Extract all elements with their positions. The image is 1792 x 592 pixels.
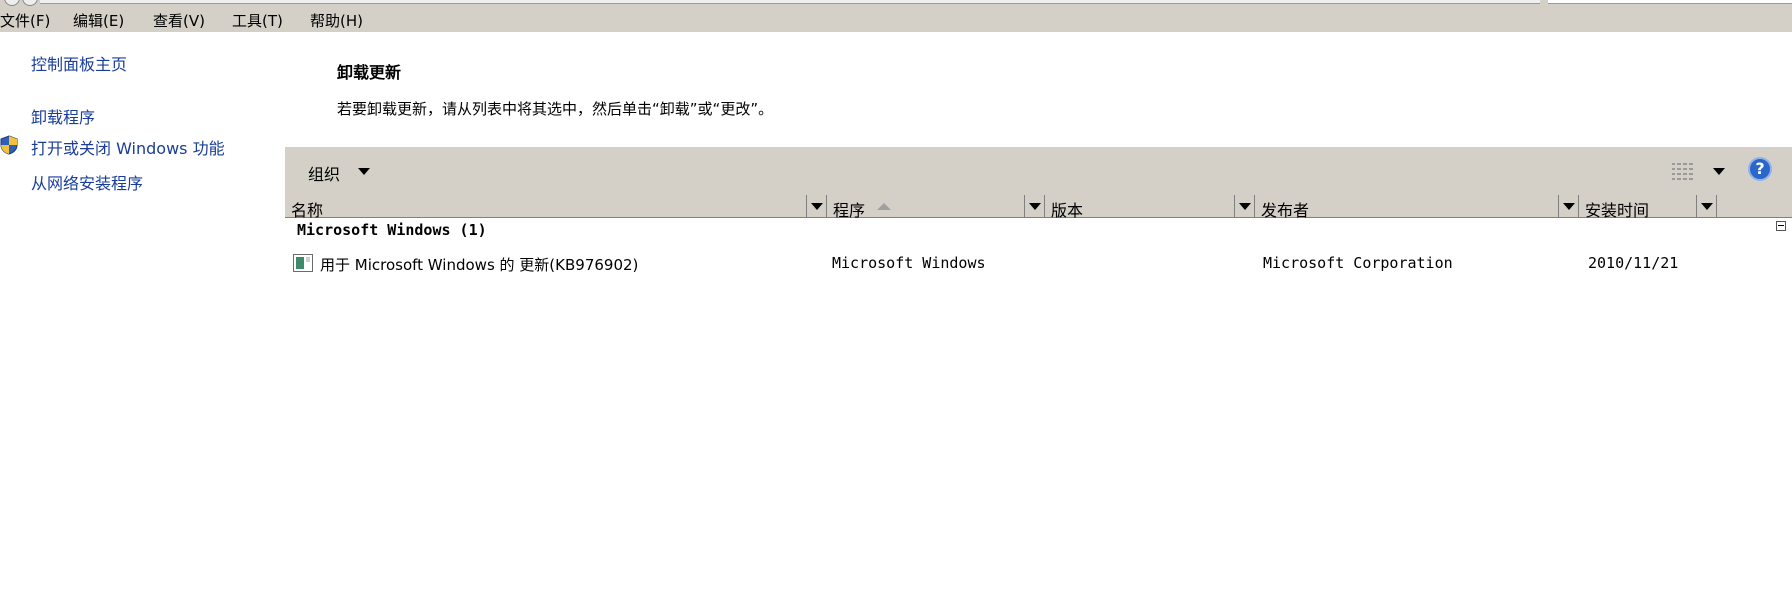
address-bar[interactable] [40, 0, 1540, 4]
uac-shield-icon [0, 135, 18, 155]
menu-view[interactable]: 查看(V) [153, 10, 205, 31]
organize-chevron-down-icon[interactable] [358, 168, 370, 175]
column-header-installed-on[interactable]: 安装时间 [1579, 195, 1717, 220]
organize-button[interactable]: 组织 [308, 161, 340, 185]
page-title: 卸载更新 [337, 63, 402, 82]
group-header[interactable]: Microsoft Windows (1) [297, 221, 487, 239]
column-publisher-filter-chevron-down-icon[interactable] [1558, 195, 1578, 217]
row-installed-on: 2010/11/21 [1588, 254, 1679, 272]
sidebar-link-control-panel-home[interactable]: 控制面板主页 [31, 51, 127, 75]
column-header-program[interactable]: 程序 [827, 195, 1045, 220]
column-version-filter-chevron-down-icon[interactable] [1234, 195, 1254, 217]
column-program-filter-chevron-down-icon[interactable] [1024, 195, 1044, 217]
column-header-installed-on-label: 安装时间 [1585, 201, 1650, 220]
update-package-icon [293, 254, 313, 272]
task-pane: 控制面板主页 卸载程序 打开或关闭 Windows 功能 从网络安装程序 [0, 32, 285, 592]
column-header-version-label: 版本 [1051, 201, 1084, 220]
column-header-publisher-label: 发布者 [1261, 201, 1310, 220]
column-name-filter-chevron-down-icon[interactable] [806, 195, 826, 217]
menu-help[interactable]: 帮助(H) [310, 10, 363, 31]
sort-ascending-icon [877, 203, 891, 210]
column-header-publisher[interactable]: 发布者 [1255, 195, 1579, 220]
sidebar-link-windows-features[interactable]: 打开或关闭 Windows 功能 [31, 135, 225, 159]
group-collapse-icon[interactable] [1776, 221, 1786, 231]
menu-file[interactable]: 文件(F) [0, 10, 50, 31]
table-row[interactable]: 用于 Microsoft Windows 的 更新(KB976902) Micr… [285, 250, 1792, 276]
sidebar-link-uninstall-program[interactable]: 卸载程序 [31, 104, 95, 128]
column-header-version[interactable]: 版本 [1045, 195, 1255, 220]
page-description: 若要卸载更新，请从列表中将其选中，然后单击“卸载”或“更改”。 [337, 100, 774, 118]
view-details-icon[interactable] [1670, 160, 1696, 182]
menu-edit[interactable]: 编辑(E) [73, 10, 124, 31]
column-header-row: 名称 程序 版本 发布者 安装时间 [285, 195, 1792, 220]
row-program: Microsoft Windows [832, 254, 986, 272]
view-options-chevron-down-icon[interactable] [1713, 168, 1725, 175]
menu-tools[interactable]: 工具(T) [232, 10, 283, 31]
column-header-name-label: 名称 [291, 201, 324, 220]
column-header-name[interactable]: 名称 [285, 195, 827, 220]
column-installed-filter-chevron-down-icon[interactable] [1696, 195, 1716, 217]
help-icon[interactable]: ? [1748, 157, 1772, 181]
column-header-program-label: 程序 [833, 201, 866, 220]
command-bar: 组织 ? [285, 147, 1792, 195]
row-publisher: Microsoft Corporation [1263, 254, 1453, 272]
row-name: 用于 Microsoft Windows 的 更新(KB976902) [320, 256, 639, 274]
menu-bar: 文件(F) 编辑(E) 查看(V) 工具(T) 帮助(H) [0, 6, 1792, 32]
search-box[interactable] [1548, 0, 1792, 4]
sidebar-link-install-from-network[interactable]: 从网络安装程序 [31, 170, 143, 194]
